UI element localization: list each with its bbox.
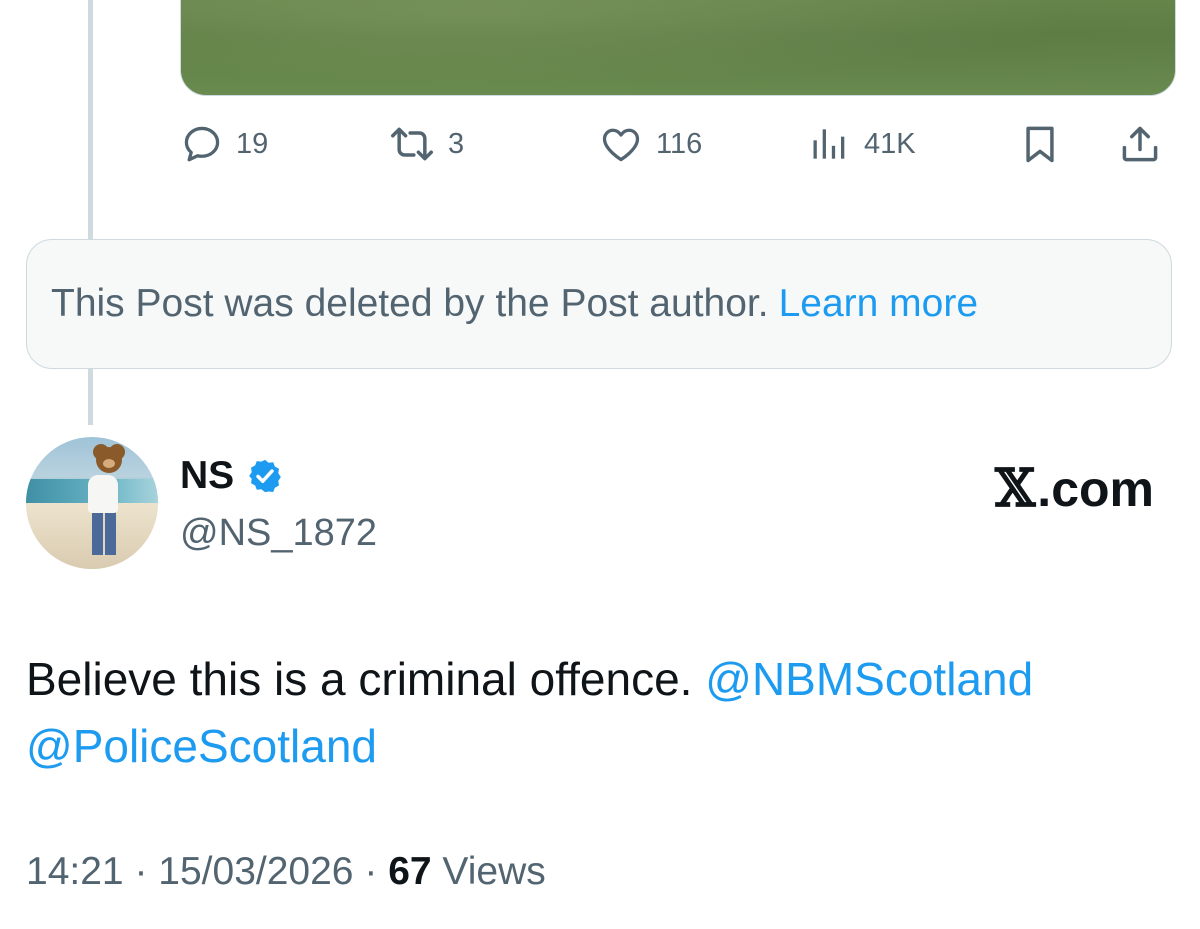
author-display-name[interactable]: NS	[180, 454, 284, 498]
reply-button[interactable]: 19	[180, 118, 268, 170]
like-button[interactable]: 116	[598, 118, 702, 170]
meta-separator: ·	[364, 850, 378, 893]
views-icon	[813, 129, 845, 159]
author-handle[interactable]: @NS_1872	[180, 512, 377, 555]
share-icon	[1122, 126, 1158, 162]
post-thread-page: 19 3 116 41K This Post was deleted by th…	[0, 0, 1200, 929]
post-time[interactable]: 14:21	[26, 850, 124, 893]
brand-suffix: .com	[1037, 460, 1154, 517]
post-metadata: 14:21 · 15/03/2026 · 67 Views	[26, 850, 546, 894]
like-icon	[602, 128, 640, 162]
post-views-count: 67	[388, 850, 432, 893]
bear-emoji-icon	[96, 447, 122, 473]
mention-link[interactable]: @NBMScotland	[705, 653, 1033, 705]
display-name-text: NS	[180, 454, 235, 497]
deleted-post-notice: This Post was deleted by the Post author…	[26, 239, 1172, 369]
views-count: 41K	[864, 127, 916, 160]
reply-count: 19	[236, 127, 269, 160]
verified-badge-icon	[249, 459, 282, 493]
bookmark-button[interactable]	[1018, 118, 1062, 170]
post-text: Believe this is a criminal offence. @NBM…	[26, 646, 1176, 780]
avatar[interactable]	[26, 437, 158, 569]
post-body-text: Believe this is a criminal offence.	[26, 653, 693, 705]
bookmark-icon	[1026, 126, 1054, 163]
like-count: 116	[656, 127, 703, 160]
thread-connector-line	[88, 0, 93, 240]
post-media-image[interactable]	[180, 0, 1176, 96]
reply-icon	[184, 126, 220, 162]
learn-more-link[interactable]: Learn more	[779, 282, 978, 326]
deleted-notice-text: This Post was deleted by the Post author…	[51, 282, 769, 325]
x-logo-icon: 𝕏	[994, 458, 1036, 519]
post-action-bar: 19 3 116 41K	[180, 118, 1170, 170]
x-com-watermark: 𝕏 .com	[995, 458, 1154, 519]
mention-link[interactable]: @PoliceScotland	[26, 720, 377, 772]
thread-connector-line	[88, 369, 93, 425]
views-button[interactable]: 41K	[808, 118, 916, 170]
repost-icon	[391, 127, 433, 161]
share-button[interactable]	[1118, 118, 1162, 170]
post-date[interactable]: 15/03/2026	[158, 850, 353, 893]
post-views-label: Views	[442, 850, 546, 893]
repost-button[interactable]: 3	[388, 118, 464, 170]
meta-separator: ·	[134, 850, 148, 893]
repost-count: 3	[448, 127, 465, 160]
